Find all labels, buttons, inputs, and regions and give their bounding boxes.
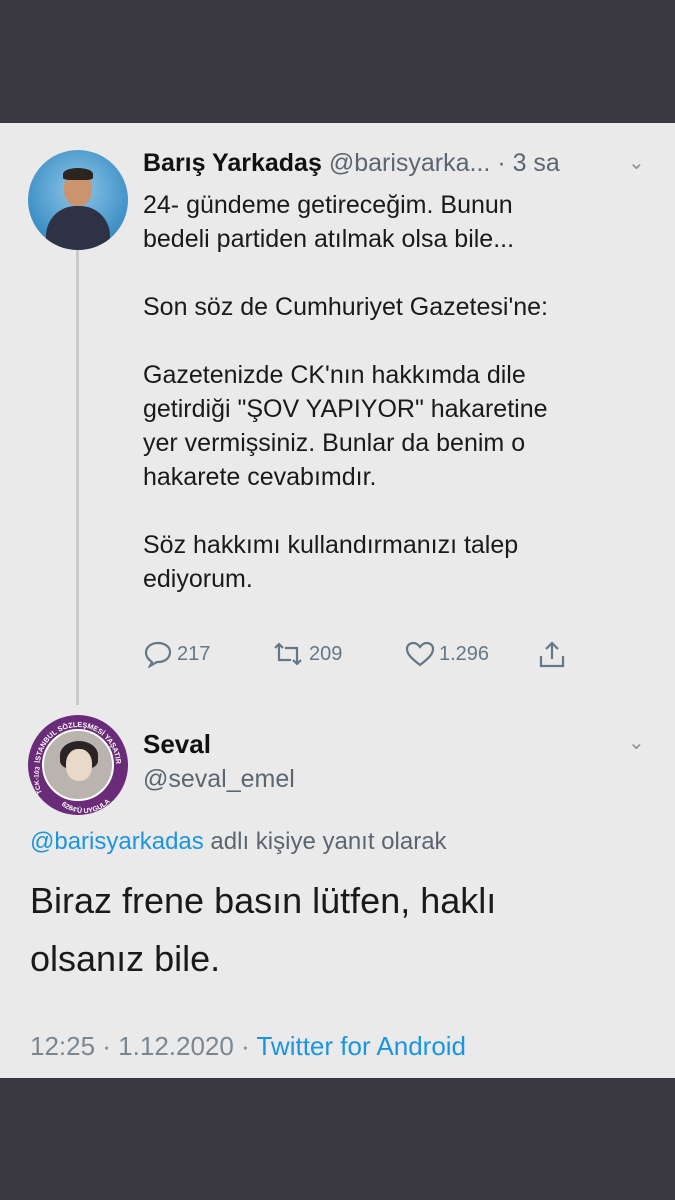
tweet1-author-handle[interactable]: @barisyarka... xyxy=(329,149,491,177)
reply-to-suffix: adlı kişiye yanıt olarak xyxy=(203,828,447,855)
reply-context: @barisyarkadas adlı kişiye yanıt olarak xyxy=(30,828,447,856)
tweet1-menu-chevron-icon[interactable]: ⌄ xyxy=(628,150,645,175)
like-count: 1.296 xyxy=(439,642,490,665)
reply-author-handle[interactable]: @seval_emel xyxy=(143,765,295,794)
reply-text: Biraz frene basın lütfen, haklı olsanız … xyxy=(30,880,497,979)
reply-count: 217 xyxy=(177,642,211,665)
reply-author-name[interactable]: Seval xyxy=(143,729,211,760)
avatar-baris[interactable] xyxy=(28,150,128,250)
reply-menu-chevron-icon[interactable]: ⌄ xyxy=(628,730,645,755)
reply-icon xyxy=(144,641,172,668)
reply-to-mention-link[interactable]: @barisyarkadas xyxy=(30,828,204,855)
avatar-ring-bottom-text: 6284'Ü UYGULA xyxy=(60,798,112,815)
share-action[interactable] xyxy=(537,640,571,670)
tweet1-text: 24- gündeme getireceğim. Bunun bedeli pa… xyxy=(143,191,548,593)
like-action[interactable]: 1.296 xyxy=(405,640,489,668)
avatar-body xyxy=(46,206,110,250)
avatar-hair xyxy=(63,168,93,180)
retweet-icon xyxy=(274,642,302,666)
retweet-action[interactable]: 209 xyxy=(271,640,342,668)
share-icon xyxy=(539,641,565,668)
reply-source-app-link[interactable]: Twitter for Android xyxy=(256,1031,466,1061)
tweet1-header: Barış Yarkadaş @barisyarka... · 3 sa xyxy=(143,149,560,178)
retweet-count: 209 xyxy=(309,642,343,665)
tweet1-timestamp[interactable]: · 3 sa xyxy=(497,149,560,177)
avatar-seval[interactable]: İSTANBUL SÖZLEŞMESİ YAŞATIR 6284'Ü UYGUL… xyxy=(28,715,128,815)
reply-meta: 12:25 · 1.12.2020 · Twitter for Android xyxy=(30,1031,466,1062)
tweet1-author-name[interactable]: Barış Yarkadaş xyxy=(143,149,322,177)
heart-icon xyxy=(405,641,435,667)
svg-text:6284'Ü UYGULA: 6284'Ü UYGULA xyxy=(60,798,112,815)
thread-connector-line xyxy=(76,250,79,705)
reply-action[interactable]: 217 xyxy=(143,640,210,668)
reply-timestamp: 12:25 · 1.12.2020 · xyxy=(30,1031,257,1061)
avatar-photo xyxy=(42,729,114,801)
avatar-face xyxy=(66,749,92,781)
